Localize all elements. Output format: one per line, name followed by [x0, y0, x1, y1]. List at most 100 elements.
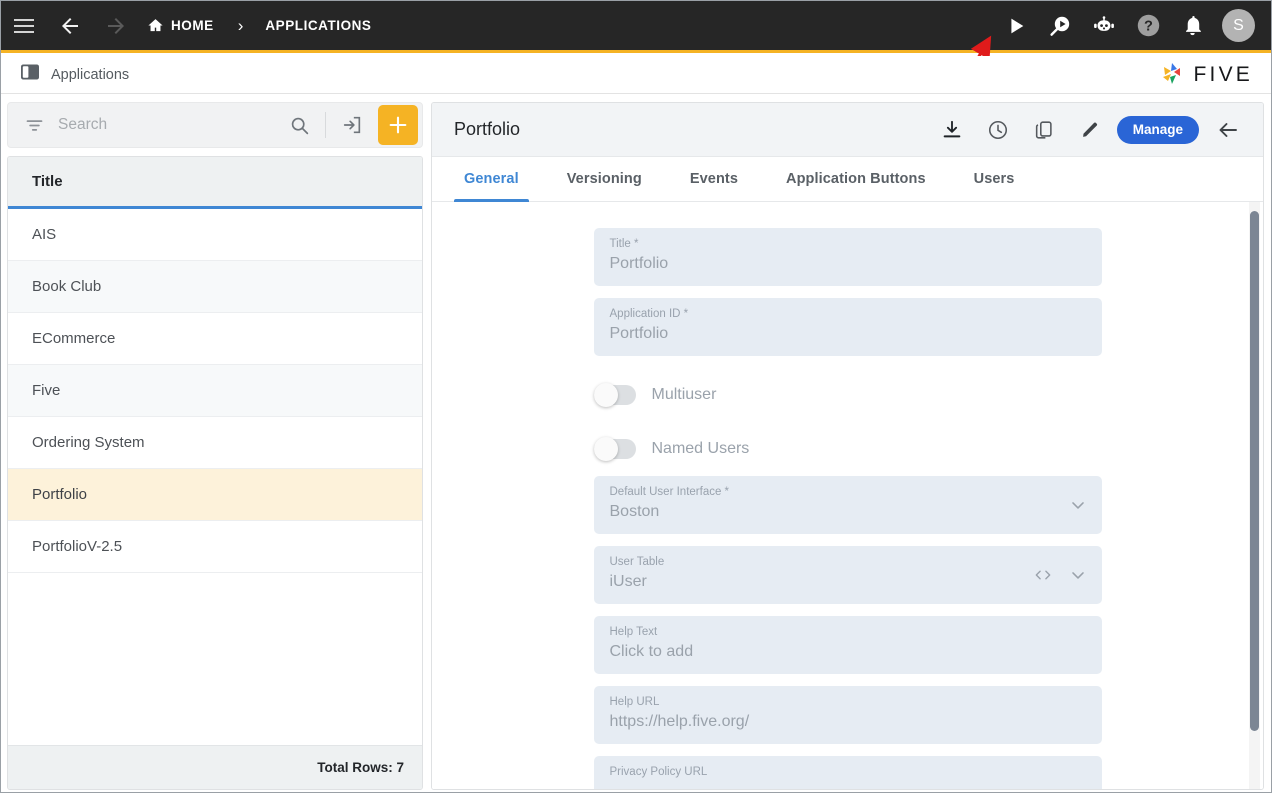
- application-detail-pane: Portfolio Manage General Versioning Even…: [429, 95, 1271, 792]
- field-privacy-policy-url[interactable]: Privacy Policy URL: [593, 756, 1102, 789]
- toggle-multiuser[interactable]: [593, 383, 636, 407]
- breadcrumb-home-label: HOME: [171, 18, 214, 33]
- download-icon: [943, 120, 961, 137]
- chevron-down-icon: [1071, 502, 1084, 509]
- arrow-left-icon: [62, 17, 78, 34]
- page-title: Applications: [51, 66, 130, 83]
- home-icon: [148, 19, 163, 32]
- table-row[interactable]: PortfolioV-2.5: [8, 521, 422, 573]
- search-bar: [7, 102, 423, 148]
- application-window: HOME › APPLICATIONS ? S Applications FIV…: [0, 0, 1272, 793]
- page-body: Title AIS Book Club ECommerce Five Ordering …: [1, 95, 1271, 792]
- table-row[interactable]: AIS: [8, 209, 422, 261]
- copy-button[interactable]: [1021, 108, 1067, 152]
- brand-name: FIVE: [1193, 62, 1253, 86]
- detail-actions: Manage: [929, 108, 1251, 152]
- nav-back-button[interactable]: [47, 1, 93, 52]
- detail-header: Portfolio Manage: [432, 103, 1263, 157]
- svg-text:?: ?: [1144, 19, 1153, 35]
- field-value: iUser: [609, 573, 647, 590]
- field-title[interactable]: Title * Portfolio: [593, 228, 1102, 286]
- row-title: Ordering System: [32, 434, 145, 451]
- notifications-button[interactable]: [1170, 1, 1214, 52]
- code-brackets-icon: [1035, 570, 1050, 580]
- help-button[interactable]: ?: [1126, 1, 1170, 52]
- arrow-right-icon: [108, 17, 124, 34]
- five-logo-icon: [1162, 62, 1180, 84]
- search-play-icon: [1050, 16, 1070, 36]
- tab-users[interactable]: Users: [964, 157, 1025, 201]
- table-row[interactable]: Portfolio: [8, 469, 422, 521]
- tab-general[interactable]: General: [454, 157, 529, 202]
- assistant-button[interactable]: [1082, 1, 1126, 52]
- topbar-actions: ? S: [994, 1, 1271, 52]
- close-detail-button[interactable]: [1205, 108, 1251, 152]
- table-row[interactable]: Ordering System: [8, 417, 422, 469]
- field-label: Default User Interface *: [609, 486, 730, 498]
- avatar[interactable]: S: [1222, 9, 1255, 42]
- tab-events[interactable]: Events: [680, 157, 748, 201]
- field-icons[interactable]: [1032, 565, 1088, 585]
- hamburger-icon: [14, 18, 34, 33]
- edit-button[interactable]: [1067, 108, 1113, 152]
- copy-icon: [1035, 120, 1052, 139]
- form-scroll-area: Title * Portfolio Application ID * Portfoli…: [432, 202, 1263, 789]
- breadcrumb: HOME › APPLICATIONS: [145, 16, 373, 36]
- nav-forward-button[interactable]: [93, 1, 139, 52]
- add-application-button[interactable]: [378, 105, 418, 145]
- search-icon[interactable]: [279, 115, 320, 136]
- field-default-user-interface[interactable]: Default User Interface * Boston: [593, 476, 1102, 534]
- field-user-table[interactable]: User Table iUser: [593, 546, 1102, 604]
- toggle-named-users[interactable]: [593, 437, 636, 461]
- tab-versioning[interactable]: Versioning: [557, 157, 652, 201]
- field-label: User Table: [609, 556, 665, 568]
- filter-icon[interactable]: [8, 115, 58, 136]
- robot-icon: [1094, 15, 1114, 31]
- row-title: Book Club: [32, 278, 102, 295]
- field-icons[interactable]: [1068, 495, 1088, 515]
- top-navigation-bar: HOME › APPLICATIONS ? S: [1, 1, 1271, 53]
- table-row[interactable]: Book Club: [8, 261, 422, 313]
- hamburger-menu-button[interactable]: [1, 1, 47, 52]
- history-button[interactable]: [975, 108, 1021, 152]
- toolbar-divider: [325, 112, 326, 138]
- import-icon[interactable]: [331, 114, 373, 136]
- field-help-text[interactable]: Help Text Click to add: [593, 616, 1102, 674]
- general-form: Title * Portfolio Application ID * Portfoli…: [432, 202, 1263, 789]
- search-run-button[interactable]: [1038, 1, 1082, 52]
- toggle-row-named-users: Named Users: [593, 422, 1102, 476]
- search-input[interactable]: [58, 116, 279, 134]
- breadcrumb-current-label: APPLICATIONS: [265, 18, 372, 33]
- question-circle-icon: ?: [1137, 14, 1159, 37]
- run-button[interactable]: [994, 1, 1038, 52]
- bell-icon: [1185, 16, 1201, 36]
- tab-application-buttons[interactable]: Application Buttons: [776, 157, 936, 201]
- field-value: Portfolio: [609, 325, 669, 342]
- field-help-url[interactable]: Help URL https://help.five.org/: [593, 686, 1102, 744]
- applications-list-pane: Title AIS Book Club ECommerce Five Ordering …: [1, 95, 429, 792]
- applications-table: Title AIS Book Club ECommerce Five Ordering …: [7, 156, 423, 790]
- panel-icon: [20, 62, 40, 87]
- manage-button[interactable]: Manage: [1116, 115, 1199, 144]
- toggle-label: Named Users: [651, 440, 750, 457]
- row-title: Portfolio: [32, 486, 88, 503]
- field-application-id[interactable]: Application ID * Portfolio: [593, 298, 1102, 356]
- table-row[interactable]: ECommerce: [8, 313, 422, 365]
- breadcrumb-item-home[interactable]: HOME: [145, 17, 216, 34]
- column-header-title[interactable]: Title: [8, 157, 422, 209]
- detail-card: Portfolio Manage General Versioning Even…: [431, 102, 1264, 790]
- row-title: ECommerce: [32, 330, 116, 347]
- table-row[interactable]: Five: [8, 365, 422, 417]
- plus-icon: [389, 116, 407, 134]
- field-value: Click to add: [609, 643, 694, 660]
- download-button[interactable]: [929, 108, 975, 152]
- field-value: Portfolio: [609, 255, 669, 272]
- row-title: AIS: [32, 226, 57, 243]
- field-label: Privacy Policy URL: [609, 766, 708, 778]
- vertical-scrollbar[interactable]: [1250, 211, 1259, 731]
- breadcrumb-item-applications[interactable]: APPLICATIONS: [263, 18, 373, 33]
- field-label: Help Text: [609, 626, 658, 638]
- page-title-bar: Applications FIVE: [1, 56, 1271, 94]
- arrow-left-icon: [1219, 122, 1237, 137]
- application-rows: AIS Book Club ECommerce Five Ordering System…: [8, 209, 422, 745]
